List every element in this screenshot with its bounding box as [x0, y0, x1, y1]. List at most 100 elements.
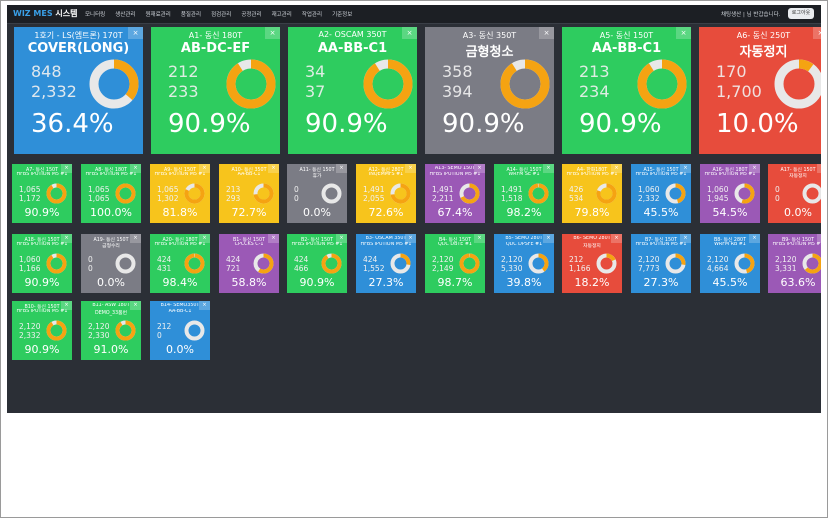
machine-tile-small[interactable]: B5- SEMO 280T QDC DPSFE #1 2,120 5,330 39.8%…	[494, 234, 554, 293]
tile-actual-count: 2,120	[19, 322, 41, 331]
machine-tile-small[interactable]: B3- OSCAM 350T HFBS IPUTION M5 #1 424 1,552…	[356, 234, 416, 293]
close-icon[interactable]: ×	[268, 164, 279, 173]
tile-rate-percent: 27.3%	[368, 276, 404, 289]
machine-tile-small[interactable]: A19- 동신 150T 금형수리 0 0 0.0% ×	[81, 234, 141, 293]
machine-tile-small[interactable]: A4- 한화180T HFBS IPUTION M5 #1 426 534 79.8% ×	[562, 164, 622, 223]
menu-item-materials[interactable]: 원재료관리	[146, 10, 171, 18]
machine-tile-small[interactable]: A13- SEMO 150T HFBS IPUTION M5 #1 1,491 2,2…	[425, 164, 485, 223]
tile-rate-percent: 67.4%	[437, 206, 473, 219]
machine-tile-small[interactable]: B9- 동신 150T HFBS IPUTION M5 #1 2,120 3,331 6…	[768, 234, 821, 293]
machine-tile-small[interactable]: B7- 동신 150T HFBS IPUTION M5 #1 2,120 7,773 2…	[631, 234, 691, 293]
close-icon[interactable]: ×	[128, 27, 143, 39]
donut-fill	[637, 59, 687, 109]
donut-gauge	[363, 59, 413, 109]
machine-tile-small[interactable]: A8- 동신 180T HFBS IPUTION M5 #1 1,065 1,065 1…	[81, 164, 141, 223]
tile-rate-percent: 0.0%	[303, 206, 331, 219]
close-icon[interactable]: ×	[543, 164, 554, 173]
menu-item-master-data[interactable]: 기준정보	[332, 10, 352, 18]
machine-tile-small[interactable]: A16- 동신 180T HFBS IPUTION M5 #1 1,060 1,945…	[700, 164, 760, 223]
menu-item-inventory[interactable]: 재고관리	[272, 10, 292, 18]
close-icon[interactable]: ×	[817, 234, 821, 243]
machine-tile-small[interactable]: B6- SEMO 280T 자동정지 212 1,166 18.2% ×	[562, 234, 622, 293]
machine-tile-large[interactable]: A6- 동신 250T 자동정지 170 1,700 10.0% ×	[699, 27, 821, 154]
close-icon[interactable]: ×	[539, 27, 554, 39]
machine-tile-small[interactable]: A9- 동신 150T HFBS IPUTION M5 #1 1,065 1,302 8…	[150, 164, 210, 223]
close-icon[interactable]: ×	[813, 27, 821, 39]
close-icon[interactable]: ×	[680, 164, 691, 173]
machine-tile-small[interactable]: B8- 동신 280T WRFM RB #1 2,120 4,664 45.5% ×	[700, 234, 760, 293]
machine-tile-small[interactable]: B2- 동신 150T HFBS IPUTION M5 #1 424 466 90.9%…	[287, 234, 347, 293]
menu-item-inspection[interactable]: 점검관리	[211, 10, 231, 18]
close-icon[interactable]: ×	[199, 234, 210, 243]
close-icon[interactable]: ×	[474, 234, 485, 243]
machine-tile-small[interactable]: A18- 동신 150T HFBS IPUTION M5 #1 1,060 1,166…	[12, 234, 72, 293]
machine-tile-small[interactable]: A7- 동신 150T HFBS IPUTION M5 #1 1,065 1,172 9…	[12, 164, 72, 223]
close-icon[interactable]: ×	[268, 234, 279, 243]
machine-tile-small[interactable]: B1- 동신 150T CPCCKS C-1 424 721 58.8% ×	[219, 234, 279, 293]
machine-tile-small[interactable]: A20- 동신 180T HFBS IPUTION M5 #1 424 431 98.4…	[150, 234, 210, 293]
close-icon[interactable]: ×	[199, 301, 210, 310]
main-menu: 모니터링 생산관리 원재료관리 품질관리 점검관리 공정관리 재고관리 작업관리 기준정보	[85, 10, 362, 18]
tile-rate-percent: 79.8%	[574, 206, 610, 219]
donut-gauge	[390, 183, 411, 204]
close-icon[interactable]: ×	[817, 164, 821, 173]
close-icon[interactable]: ×	[749, 234, 760, 243]
menu-item-production[interactable]: 생산관리	[115, 10, 135, 18]
machine-tile-large[interactable]: 1호기 - LS(엠트론) 170T COVER(LONG) 848 2,332 36.…	[14, 27, 143, 154]
machine-tile-large[interactable]: A2- OSCAM 350T AA-BB-C1 34 37 90.9% ×	[288, 27, 417, 154]
close-icon[interactable]: ×	[676, 27, 691, 39]
close-icon[interactable]: ×	[61, 234, 72, 243]
machine-tile-small[interactable]: B11- ASW 180T DEMO_33품번 2,120 2,330 91.0% ×	[81, 301, 141, 360]
close-icon[interactable]: ×	[474, 164, 485, 173]
close-icon[interactable]: ×	[130, 164, 141, 173]
close-icon[interactable]: ×	[611, 164, 622, 173]
close-icon[interactable]: ×	[543, 234, 554, 243]
machine-tile-small[interactable]: A14- 동신 150T WRFM SE #1 1,491 1,518 98.2% ×	[494, 164, 554, 223]
tile-actual-count: 0	[775, 185, 780, 194]
close-icon[interactable]: ×	[130, 234, 141, 243]
menu-item-process[interactable]: 공정관리	[241, 10, 261, 18]
tile-rate-percent: 90.9%	[24, 206, 60, 219]
tile-target-count: 466	[294, 264, 309, 273]
close-icon[interactable]: ×	[611, 234, 622, 243]
donut-gauge	[734, 253, 755, 274]
menu-item-work[interactable]: 작업관리	[302, 10, 322, 18]
tile-target-count: 2,149	[432, 264, 454, 273]
close-icon[interactable]: ×	[61, 301, 72, 310]
machine-tile-small[interactable]: A10- 동신 350T AA-BB-C1 213 293 72.7% ×	[219, 164, 279, 223]
close-icon[interactable]: ×	[405, 164, 416, 173]
machine-tile-small[interactable]: B4- 동신 150T QDC DBTE #1 2,120 2,149 98.7% ×	[425, 234, 485, 293]
menu-item-monitoring[interactable]: 모니터링	[85, 10, 105, 18]
close-icon[interactable]: ×	[336, 234, 347, 243]
close-icon[interactable]: ×	[199, 164, 210, 173]
tile-actual-count: 2,120	[638, 255, 660, 264]
machine-tile-small[interactable]: A17- 동신 150T자동정지000.0%×	[768, 164, 821, 223]
machine-tile-small[interactable]: A11- 동신 150T 휴가 0 0 0.0% ×	[287, 164, 347, 223]
tile-target-count: 234	[579, 82, 610, 101]
tile-machine-name: A2- OSCAM 350T	[318, 30, 387, 39]
close-icon[interactable]: ×	[402, 27, 417, 39]
machine-tile-small[interactable]: B14- SEMO350T AA-BB-C1 212 0 0.0% ×	[150, 301, 210, 360]
close-icon[interactable]: ×	[749, 164, 760, 173]
machine-tile-large[interactable]: A1- 동신 180T AB-DC-EF 212 233 90.9% ×	[151, 27, 280, 154]
close-icon[interactable]: ×	[265, 27, 280, 39]
machine-tile-large[interactable]: A3- 동신 350T 금형청소 358 394 90.9% ×	[425, 27, 554, 154]
logout-button[interactable]: 로그아웃	[788, 8, 814, 19]
close-icon[interactable]: ×	[130, 301, 141, 310]
machine-tile-small[interactable]: A12- 동신 280T INQEMMFS #1 1,491 2,055 72.6% ×	[356, 164, 416, 223]
tile-actual-count: 1,060	[19, 255, 41, 264]
machine-tile-small[interactable]: A15- 동신 150T HFBS IPUTION M5 #1 1,060 2,332…	[631, 164, 691, 223]
close-icon[interactable]: ×	[61, 164, 72, 173]
machine-tile-large[interactable]: A5- 동신 150T AA-BB-C1 213 234 90.9% ×	[562, 27, 691, 154]
tile-target-count: 1,065	[88, 194, 110, 203]
donut-fill	[528, 183, 549, 204]
brand-logo[interactable]: WIZ MES 시스템	[13, 8, 77, 19]
close-icon[interactable]: ×	[680, 234, 691, 243]
menu-item-quality[interactable]: 품질관리	[181, 10, 201, 18]
close-icon[interactable]: ×	[405, 234, 416, 243]
machine-tile-small[interactable]: B10- 동신 150T HFBS IPUTION M5 #1 2,120 2,332…	[12, 301, 72, 360]
tile-target-count: 1,302	[157, 194, 179, 203]
close-icon[interactable]: ×	[336, 164, 347, 173]
donut-gauge	[46, 253, 67, 274]
tile-part-name: 금형청소	[465, 45, 514, 60]
